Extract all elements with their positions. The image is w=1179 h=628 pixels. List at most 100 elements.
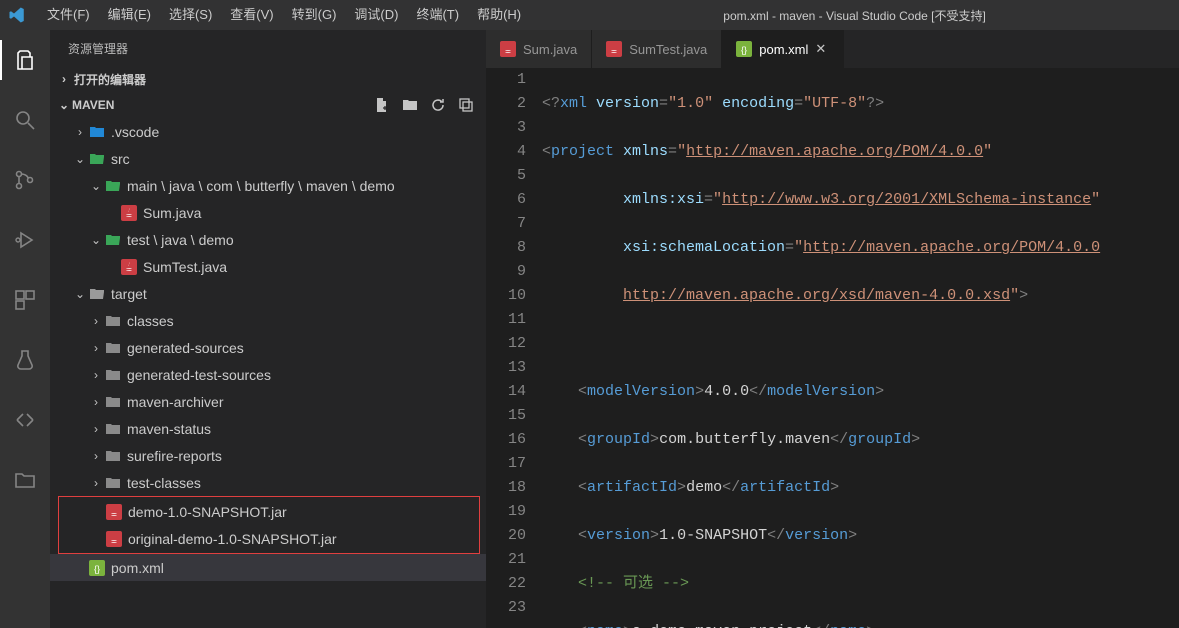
tab-sum[interactable]: Sum.java <box>486 30 592 68</box>
folder-icon <box>104 449 122 463</box>
tree-label: main \ java \ com \ butterfly \ maven \ … <box>127 178 395 194</box>
tree-label: maven-archiver <box>127 394 223 410</box>
folder-icon <box>104 314 122 328</box>
activity-bar <box>0 30 50 628</box>
tree-label: generated-test-sources <box>127 367 271 383</box>
tree-label: classes <box>127 313 174 329</box>
activity-remote[interactable] <box>0 400 50 440</box>
activity-debug[interactable] <box>0 220 50 260</box>
chevron-down-icon: ⌄ <box>72 152 88 166</box>
chevron-right-icon: › <box>56 72 72 86</box>
tree-target-folder[interactable]: ⌄ target <box>50 280 486 307</box>
project-name: MAVEN <box>72 98 114 112</box>
menu-edit[interactable]: 编辑(E) <box>99 0 160 30</box>
code-editor[interactable]: 1234567891011121314151617181920212223 <?… <box>486 68 1179 628</box>
close-tab-icon[interactable]: ✕ <box>815 41 829 57</box>
chevron-down-icon: ⌄ <box>72 287 88 301</box>
tree-label: surefire-reports <box>127 448 222 464</box>
refresh-icon[interactable] <box>430 97 446 113</box>
tree-sumtest-file[interactable]: SumTest.java <box>50 253 486 280</box>
new-file-icon[interactable] <box>374 97 390 113</box>
tree-archiver-folder[interactable]: › maven-archiver <box>50 388 486 415</box>
tree-gensources-folder[interactable]: › generated-sources <box>50 334 486 361</box>
folder-open-icon <box>88 152 106 166</box>
tree-label: Sum.java <box>143 205 201 221</box>
folder-icon <box>88 125 106 139</box>
tree-gentest-folder[interactable]: › generated-test-sources <box>50 361 486 388</box>
menu-bar: 文件(F) 编辑(E) 选择(S) 查看(V) 转到(G) 调试(D) 终端(T… <box>38 0 530 30</box>
chevron-down-icon: ⌄ <box>56 98 72 112</box>
chevron-right-icon: › <box>88 395 104 409</box>
tree-jar2-file[interactable]: original-demo-1.0-SNAPSHOT.jar <box>59 525 479 552</box>
tab-label: Sum.java <box>523 42 577 57</box>
tree-label: src <box>111 151 130 167</box>
new-folder-icon[interactable] <box>402 97 418 113</box>
chevron-down-icon: ⌄ <box>88 179 104 193</box>
open-editors-section[interactable]: › 打开的编辑器 <box>50 66 486 92</box>
editor-area: Sum.java SumTest.java {} pom.xml ✕ 12345… <box>486 30 1179 628</box>
menu-debug[interactable]: 调试(D) <box>345 0 407 30</box>
tree-label: SumTest.java <box>143 259 227 275</box>
tree-label: pom.xml <box>111 560 164 576</box>
tab-label: pom.xml <box>759 42 808 57</box>
folder-open-icon <box>104 233 122 247</box>
svg-text:{}: {} <box>741 45 747 55</box>
menu-terminal[interactable]: 终端(T) <box>407 0 468 30</box>
tree-sum-file[interactable]: Sum.java <box>50 199 486 226</box>
menu-view[interactable]: 查看(V) <box>221 0 282 30</box>
activity-folder[interactable] <box>0 460 50 500</box>
chevron-right-icon: › <box>88 341 104 355</box>
java-file-icon <box>606 41 622 57</box>
tab-sumtest[interactable]: SumTest.java <box>592 30 722 68</box>
activity-explorer[interactable] <box>0 40 50 80</box>
collapse-icon[interactable] <box>458 97 474 113</box>
activity-scm[interactable] <box>0 160 50 200</box>
tree-test-path[interactable]: ⌄ test \ java \ demo <box>50 226 486 253</box>
chevron-right-icon: › <box>88 422 104 436</box>
menu-help[interactable]: 帮助(H) <box>468 0 530 30</box>
tree-label: maven-status <box>127 421 211 437</box>
tree-jar1-file[interactable]: demo-1.0-SNAPSHOT.jar <box>59 498 479 525</box>
activity-search[interactable] <box>0 100 50 140</box>
window-title: pom.xml - maven - Visual Studio Code [不受… <box>530 7 1179 24</box>
code-content[interactable]: <?xml version="1.0" encoding="UTF-8"?> <… <box>542 68 1179 628</box>
menu-file[interactable]: 文件(F) <box>38 0 99 30</box>
tree-label: demo-1.0-SNAPSHOT.jar <box>128 504 287 520</box>
title-bar: 文件(F) 编辑(E) 选择(S) 查看(V) 转到(G) 调试(D) 终端(T… <box>0 0 1179 30</box>
folder-icon <box>104 395 122 409</box>
java-file-icon <box>500 41 516 57</box>
project-section[interactable]: ⌄ MAVEN <box>50 92 486 118</box>
activity-extensions[interactable] <box>0 280 50 320</box>
vscode-logo-icon <box>8 6 26 24</box>
tree-classes-folder[interactable]: › classes <box>50 307 486 334</box>
tab-pom[interactable]: {} pom.xml ✕ <box>722 30 844 68</box>
tree-label: .vscode <box>111 124 159 140</box>
tree-pom-file[interactable]: {} pom.xml <box>50 554 486 581</box>
tree-main-path[interactable]: ⌄ main \ java \ com \ butterfly \ maven … <box>50 172 486 199</box>
tree-label: generated-sources <box>127 340 244 356</box>
highlighted-jars: demo-1.0-SNAPSHOT.jar original-demo-1.0-… <box>58 496 480 554</box>
tree-label: test \ java \ demo <box>127 232 234 248</box>
menu-selection[interactable]: 选择(S) <box>160 0 221 30</box>
tree-surefire-folder[interactable]: › surefire-reports <box>50 442 486 469</box>
chevron-right-icon: › <box>88 368 104 382</box>
xml-file-icon: {} <box>88 560 106 576</box>
jar-file-icon <box>105 504 123 520</box>
tree-label: target <box>111 286 147 302</box>
tree-label: original-demo-1.0-SNAPSHOT.jar <box>128 531 337 547</box>
menu-go[interactable]: 转到(G) <box>283 0 346 30</box>
editor-tabs: Sum.java SumTest.java {} pom.xml ✕ <box>486 30 1179 68</box>
chevron-right-icon: › <box>88 476 104 490</box>
file-tree: › .vscode ⌄ src ⌄ main \ java \ com \ bu… <box>50 118 486 581</box>
folder-icon <box>104 476 122 490</box>
folder-icon <box>104 368 122 382</box>
tree-vscode-folder[interactable]: › .vscode <box>50 118 486 145</box>
tree-src-folder[interactable]: ⌄ src <box>50 145 486 172</box>
tree-status-folder[interactable]: › maven-status <box>50 415 486 442</box>
folder-icon <box>104 422 122 436</box>
folder-open-icon <box>104 179 122 193</box>
java-file-icon <box>120 259 138 275</box>
explorer-sidebar: 资源管理器 › 打开的编辑器 ⌄ MAVEN › .vscode <box>50 30 486 628</box>
tree-testclasses-folder[interactable]: › test-classes <box>50 469 486 496</box>
activity-test[interactable] <box>0 340 50 380</box>
